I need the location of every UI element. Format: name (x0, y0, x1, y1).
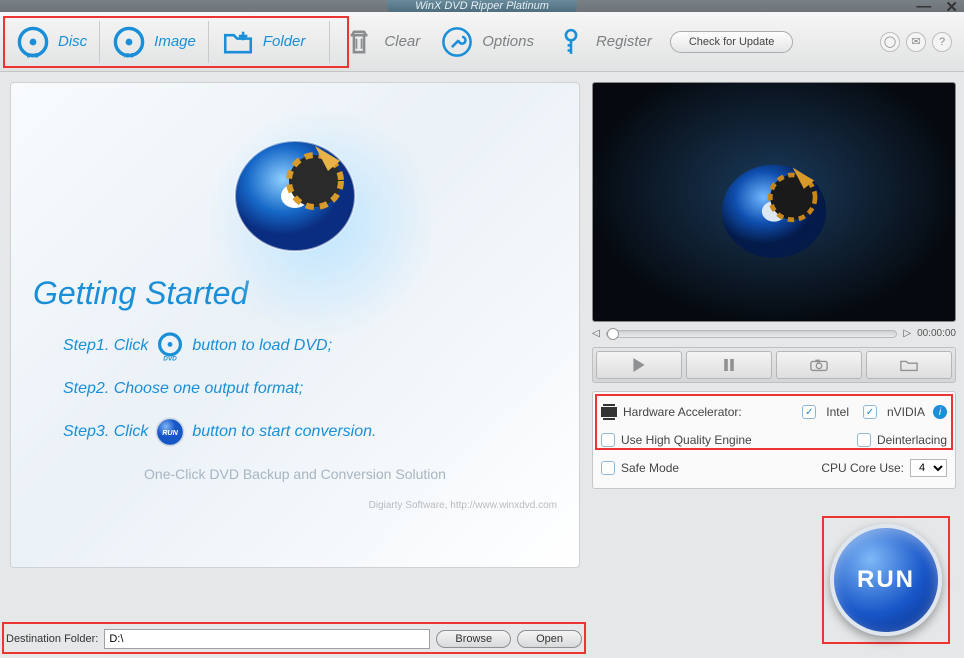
destination-label: Destination Folder: (6, 633, 98, 645)
heading: Getting Started (33, 275, 557, 312)
divider (99, 21, 100, 63)
destination-bar: Destination Folder: Browse Open (0, 620, 588, 658)
svg-text:DVD: DVD (164, 355, 178, 362)
title-bar: WinX DVD Ripper Platinum — ✕ (0, 0, 964, 12)
trash-icon (342, 25, 376, 59)
run-icon: RUN (154, 416, 186, 448)
chip-icon (601, 407, 617, 417)
step-3: Step3. Click RUN button to start convers… (63, 416, 557, 448)
seek-start-icon: ◁ (592, 328, 600, 339)
dvd-disc-icon: DVD (16, 25, 50, 59)
clear-label: Clear (384, 33, 420, 50)
app-logo (220, 111, 370, 261)
safe-mode-label: Safe Mode (621, 461, 679, 475)
getting-started-panel: Getting Started Step1. Click DVD button … (10, 82, 580, 568)
intel-checkbox[interactable] (802, 405, 816, 419)
settings-panel: Hardware Accelerator: Intel nVIDIA i Use… (592, 391, 956, 489)
info-icon[interactable]: i (933, 405, 947, 419)
check-update-button[interactable]: Check for Update (670, 31, 794, 53)
step-2: Step2. Choose one output format; (63, 380, 557, 398)
svg-text:RUN: RUN (163, 428, 179, 437)
step-1: Step1. Click DVD button to load DVD; (63, 330, 557, 362)
folder-button[interactable]: Folder (211, 21, 316, 63)
options-label: Options (482, 33, 534, 50)
play-button[interactable] (596, 351, 682, 379)
divider (329, 21, 330, 63)
nvidia-checkbox[interactable] (863, 405, 877, 419)
time-display: 00:00:00 (917, 328, 956, 339)
register-button[interactable]: Register (544, 21, 662, 63)
hq-engine-label: Use High Quality Engine (621, 433, 752, 447)
run-button[interactable]: RUN (830, 524, 942, 636)
image-button[interactable]: ISO Image (102, 21, 206, 63)
folder-plus-icon (221, 25, 255, 59)
open-button[interactable]: Open (517, 630, 582, 648)
divider (208, 21, 209, 63)
deinterlacing-checkbox[interactable] (857, 433, 871, 447)
svg-text:ISO: ISO (124, 53, 135, 59)
help-icon[interactable]: ? (932, 32, 952, 52)
deinterlacing-label: Deinterlacing (877, 433, 947, 447)
cpu-core-label: CPU Core Use: (821, 461, 904, 475)
preview-pane (592, 82, 956, 322)
clear-button[interactable]: Clear (332, 21, 430, 63)
pause-button[interactable] (686, 351, 772, 379)
browse-button[interactable]: Browse (436, 630, 511, 648)
image-label: Image (154, 33, 196, 50)
cpu-core-select[interactable]: 4 (910, 459, 947, 477)
safe-mode-checkbox[interactable] (601, 461, 615, 475)
register-label: Register (596, 33, 652, 50)
nvidia-label: nVIDIA (887, 405, 925, 419)
wrench-icon (440, 25, 474, 59)
snapshot-button[interactable] (776, 351, 862, 379)
disc-button[interactable]: DVD Disc (6, 21, 97, 63)
key-icon (554, 25, 588, 59)
credit: Digiarty Software, http://www.winxdvd.co… (33, 500, 557, 511)
highlight-run: RUN (822, 516, 950, 644)
options-button[interactable]: Options (430, 21, 544, 63)
mail-icon[interactable]: ✉ (906, 32, 926, 52)
intel-label: Intel (826, 405, 849, 419)
hq-engine-checkbox[interactable] (601, 433, 615, 447)
dvd-disc-icon: DVD (154, 330, 186, 362)
destination-input[interactable] (104, 629, 430, 649)
hw-accel-label: Hardware Accelerator: (623, 405, 742, 419)
open-folder-button[interactable] (866, 351, 952, 379)
seek-bar[interactable]: ◁ ▷ 00:00:00 (592, 328, 956, 339)
svg-text:DVD: DVD (27, 53, 40, 59)
slogan: One-Click DVD Backup and Conversion Solu… (33, 466, 557, 482)
seek-end-icon: ▷ (903, 328, 911, 339)
profile-icon[interactable]: ◯ (880, 32, 900, 52)
iso-image-icon: ISO (112, 25, 146, 59)
disc-label: Disc (58, 33, 87, 50)
toolbar: DVD Disc ISO Image Folder Clear Option (0, 12, 964, 72)
folder-label: Folder (263, 33, 306, 50)
